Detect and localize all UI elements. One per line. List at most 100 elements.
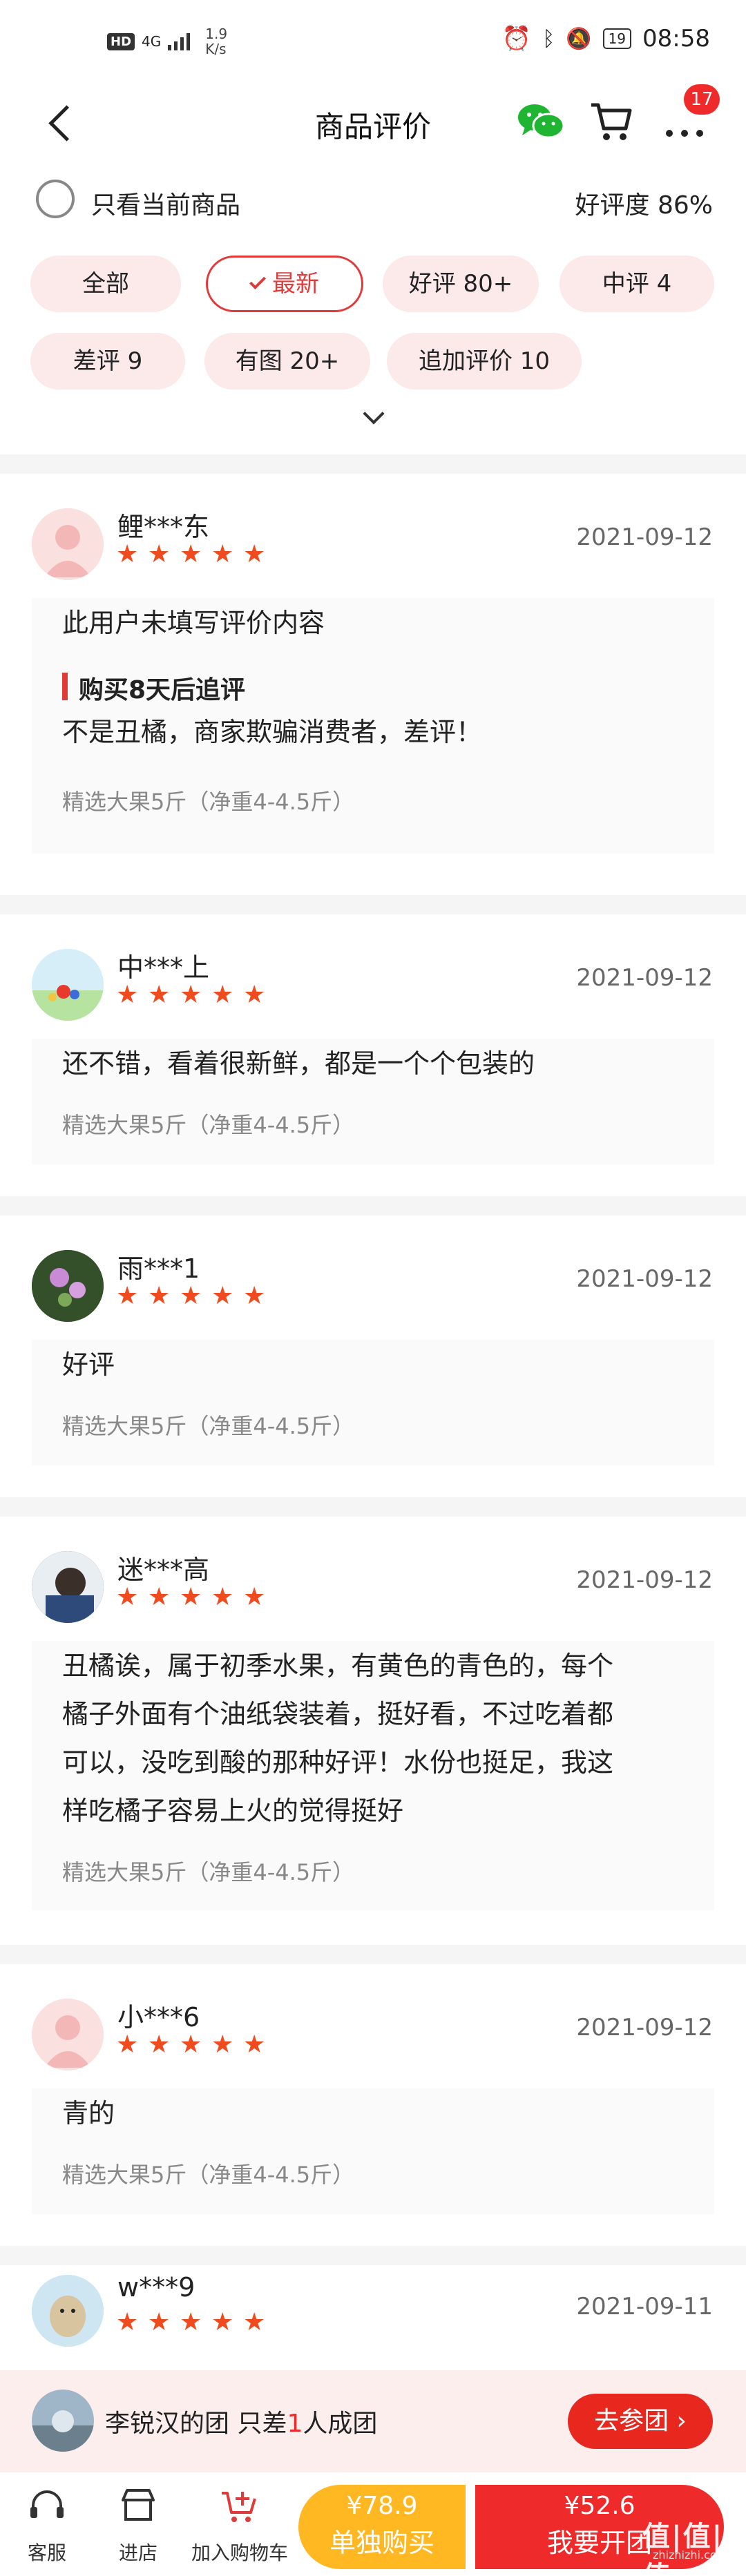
star-icon: ★: [148, 540, 171, 568]
cart-count-badge: 17: [684, 84, 720, 115]
review-text: 此用户未填写评价内容: [62, 608, 325, 638]
review-date: 2021-09-12: [576, 2014, 713, 2041]
tag-follow-up[interactable]: 追加评价 10: [387, 333, 582, 390]
star-icon: ★: [116, 981, 139, 1009]
star-icon: ★: [243, 1583, 266, 1611]
clock: 08:58: [642, 25, 710, 52]
star-icon: ★: [211, 1583, 234, 1611]
star-icon: ★: [243, 2308, 266, 2336]
avatar[interactable]: [32, 1551, 104, 1623]
star-icon: ★: [116, 1282, 139, 1310]
star-rating: ★ ★ ★ ★ ★: [116, 2030, 267, 2059]
followup-title: 购买8天后追评: [79, 676, 246, 704]
review-content: 好评 精选大果5斤（净重4-4.5斤）: [32, 1340, 714, 1465]
star-icon: ★: [148, 981, 171, 1009]
review-content: 丑橘诶，属于初季水果，有黄色的青色的，每个 橘子外面有个油纸袋装着，挺好看，不过…: [32, 1641, 714, 1910]
review-date: 2021-09-12: [576, 523, 713, 551]
page-title: 商品评价: [314, 110, 431, 144]
cart-icon[interactable]: [589, 98, 634, 144]
tag-with-photos[interactable]: 有图 20+: [204, 333, 370, 390]
only-current-label[interactable]: 只看当前商品: [91, 185, 240, 221]
buy-alone-button[interactable]: ¥78.9 单独购买: [298, 2485, 466, 2569]
followup-text: 不是丑橘，商家欺骗消费者，差评！: [62, 717, 483, 747]
review-spec: 精选大果5斤（净重4-4.5斤）: [62, 789, 355, 815]
star-icon: ★: [243, 981, 266, 1009]
tag-neutral[interactable]: 中评 4: [560, 256, 714, 312]
review-item: 小***6 ★ ★ ★ ★ ★ 2021-09-12 青的 精选大果5斤（净重4-4.5…: [0, 1964, 746, 2246]
signal-icon: [168, 33, 191, 50]
star-icon: ★: [211, 2030, 234, 2059]
star-icon: ★: [116, 540, 139, 568]
group-prefix: 李锐汉的团 只差: [105, 2410, 287, 2438]
star-icon: ★: [180, 540, 202, 568]
shop-button[interactable]: 进店: [112, 2485, 164, 2566]
review-item: w***9 ★ ★ ★ ★ ★ 2021-09-11: [0, 2265, 746, 2370]
group-buy-bar: 李锐汉的团 只差1人成团 去参团 ›: [0, 2370, 746, 2472]
review-date: 2021-09-12: [576, 1566, 713, 1594]
service-label: 客服: [27, 2541, 66, 2564]
watermark-logo: 值|值|值: [642, 2521, 724, 2576]
add-to-cart-label: 加入购物车: [191, 2541, 288, 2564]
review-content: 还不错，看着很新鲜，都是一个个包装的 精选大果5斤（净重4-4.5斤）: [32, 1039, 714, 1164]
review-spec: 精选大果5斤（净重4-4.5斤）: [62, 1112, 355, 1138]
review-text-line: 样吃橘子容易上火的觉得挺好: [62, 1796, 404, 1826]
review-text: 好评: [62, 1349, 115, 1380]
app-header: 商品评价: [0, 83, 746, 166]
buy-alone-label: 单独购买: [329, 2528, 434, 2558]
review-date: 2021-09-12: [576, 1265, 713, 1293]
section-divider: [0, 1945, 746, 1964]
only-current-radio[interactable]: [36, 180, 75, 218]
group-suffix: 人成团: [303, 2410, 378, 2438]
review-text: 青的: [62, 2098, 115, 2128]
section-divider: [0, 1196, 746, 1215]
star-rating: ★ ★ ★ ★ ★: [116, 540, 267, 568]
status-right: ⏰ ᛒ 🔕 19 08:58: [502, 25, 710, 52]
review-text-line: 橘子外面有个油纸袋装着，挺好看，不过吃着都: [62, 1699, 614, 1729]
section-divider: [0, 895, 746, 914]
star-rating: ★ ★ ★ ★ ★: [116, 2308, 267, 2336]
mute-icon: 🔕: [566, 26, 592, 51]
avatar[interactable]: [32, 1250, 104, 1322]
star-icon: ★: [243, 2030, 266, 2059]
review-item: 迷***高 ★ ★ ★ ★ ★ 2021-09-12 丑橘诶，属于初季水果，有黄色的青色…: [0, 1517, 746, 1945]
star-icon: ★: [180, 1282, 202, 1310]
star-icon: ★: [180, 1583, 202, 1611]
avatar[interactable]: [32, 508, 104, 580]
tag-positive[interactable]: 好评 80+: [383, 256, 539, 312]
network-speed: 1.9 K/s: [205, 26, 227, 57]
service-button[interactable]: 客服: [21, 2485, 73, 2566]
wechat-icon[interactable]: [517, 101, 565, 142]
avatar[interactable]: [32, 2275, 104, 2347]
network-indicator: 4G: [142, 33, 162, 50]
hd-indicator: HD: [107, 32, 135, 50]
star-icon: ★: [211, 1282, 234, 1310]
chevron-right-icon: ›: [676, 2407, 687, 2435]
group-status-text: 李锐汉的团 只差1人成团: [105, 2403, 377, 2439]
star-icon: ★: [148, 1282, 171, 1310]
star-icon: ★: [243, 540, 266, 568]
review-text-line: 丑橘诶，属于初季水果，有黄色的青色的，每个: [62, 1651, 614, 1681]
tag-all[interactable]: 全部: [30, 256, 181, 312]
buy-alone-price: ¥78.9: [346, 2492, 418, 2520]
tag-negative[interactable]: 差评 9: [30, 333, 185, 390]
review-spec: 精选大果5斤（净重4-4.5斤）: [62, 2162, 355, 2188]
add-cart-icon: [222, 2492, 256, 2522]
star-rating: ★ ★ ★ ★ ★: [116, 1282, 267, 1310]
add-to-cart-button[interactable]: 加入购物车: [188, 2485, 291, 2566]
star-icon: ★: [148, 2030, 171, 2059]
reviewer-name: 鲤***东: [117, 512, 210, 542]
group-leader-avatar: [32, 2390, 94, 2452]
avatar[interactable]: [32, 1999, 104, 2070]
join-group-button[interactable]: 去参团 ›: [568, 2394, 713, 2449]
review-text: 还不错，看着很新鲜，都是一个个包装的: [62, 1048, 535, 1079]
review-content: 此用户未填写评价内容 购买8天后追评 不是丑橘，商家欺骗消费者，差评！ 精选大果…: [32, 598, 714, 854]
review-text-line: 可以，没吃到酸的那种好评！水份也挺足，我这: [62, 1747, 614, 1778]
tag-latest[interactable]: 最新: [206, 256, 363, 312]
star-icon: ★: [148, 2308, 171, 2336]
star-icon: ★: [180, 2308, 202, 2336]
shop-icon: [122, 2489, 155, 2521]
expand-chevron-icon[interactable]: [361, 406, 385, 427]
avatar[interactable]: [32, 949, 104, 1021]
join-group-label: 去参团: [594, 2407, 669, 2435]
reviewer-name: 小***6: [117, 2002, 200, 2032]
